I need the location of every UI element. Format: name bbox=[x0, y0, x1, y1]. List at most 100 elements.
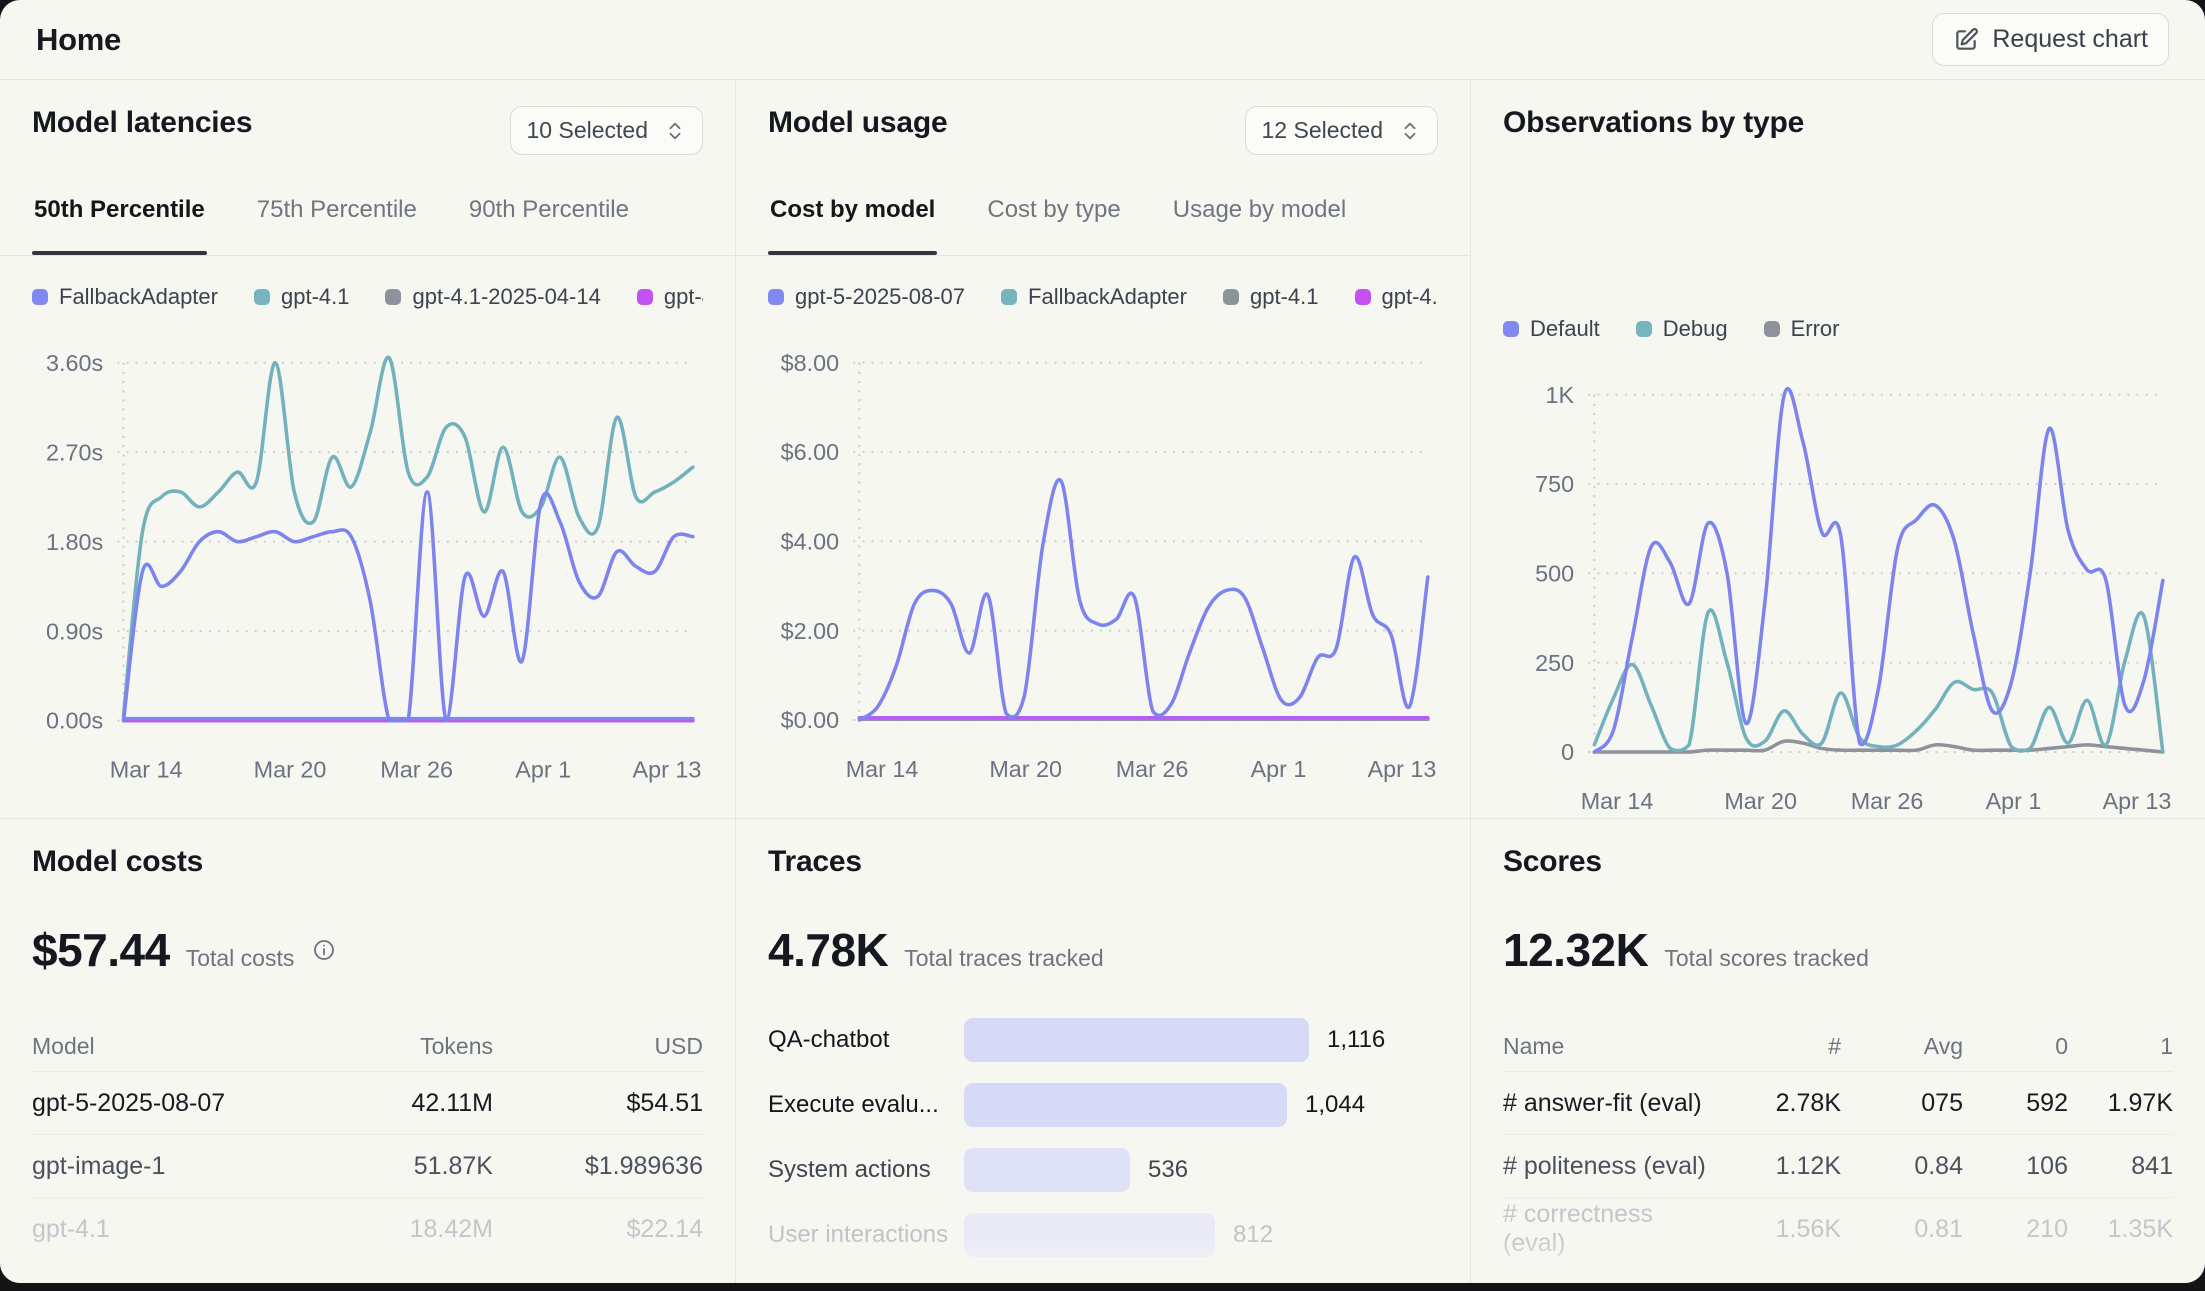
legend-item[interactable]: gpt-4.1-mini bbox=[637, 284, 703, 310]
tab-cost-by-type[interactable]: Cost by type bbox=[985, 190, 1122, 255]
table-cell: 51.87K bbox=[293, 1152, 493, 1181]
svg-text:Apr 1: Apr 1 bbox=[1986, 788, 2042, 814]
legend-item[interactable]: FallbackAdapter bbox=[1001, 284, 1187, 310]
usage-tabs: Cost by model Cost by type Usage by model bbox=[736, 190, 1470, 256]
latencies-model-select[interactable]: 10 Selected bbox=[510, 106, 703, 155]
panel-title: Traces bbox=[768, 845, 862, 879]
svg-text:Apr 1: Apr 1 bbox=[515, 757, 571, 783]
tab-50th-percentile[interactable]: 50th Percentile bbox=[32, 190, 207, 255]
dashboard-card: Home Request chart Model latencies 10 Se… bbox=[0, 0, 2205, 1283]
bar-value: 1,116 bbox=[1327, 1026, 1385, 1054]
legend-item[interactable]: FallbackAdapter bbox=[32, 284, 218, 310]
panel-traces: Traces 4.78K Total traces tracked QA-cha… bbox=[735, 818, 1470, 1283]
bar-label: QA-chatbot bbox=[768, 1026, 964, 1054]
bar[interactable] bbox=[964, 1083, 1287, 1127]
legend-label: gpt-5-2025-08-07 bbox=[795, 284, 965, 310]
legend-item[interactable]: gpt-5-2025-08-07 bbox=[768, 284, 965, 310]
svg-text:0.90s: 0.90s bbox=[46, 618, 103, 644]
svg-text:Mar 20: Mar 20 bbox=[989, 756, 1062, 782]
chevron-up-down-icon bbox=[1399, 120, 1421, 142]
legend-label: FallbackAdapter bbox=[1028, 284, 1187, 310]
legend-label: gpt-4.1 bbox=[1250, 284, 1319, 310]
legend-item[interactable]: gpt-4.1-202 bbox=[1355, 284, 1439, 310]
legend-item[interactable]: gpt-4.1-2025-04-14 bbox=[385, 284, 600, 310]
table-row: # answer-fit (eval)2.78K0755921.97K bbox=[1503, 1072, 2173, 1135]
svg-text:0.00s: 0.00s bbox=[46, 708, 103, 734]
legend-label: gpt-4.1 bbox=[281, 284, 350, 310]
table-cell: 0.81 bbox=[1841, 1215, 1963, 1244]
svg-text:$0.00: $0.00 bbox=[781, 707, 839, 733]
svg-text:Mar 26: Mar 26 bbox=[380, 757, 453, 783]
legend-item[interactable]: Default bbox=[1503, 316, 1600, 342]
legend-swatch-icon bbox=[1636, 321, 1652, 337]
panel-title: Observations by type bbox=[1503, 106, 1804, 140]
legend-item[interactable]: gpt-4.1 bbox=[254, 284, 350, 310]
latencies-line-chart: 0.00s0.90s1.80s2.70s3.60sMar 14Mar 20Mar… bbox=[32, 318, 703, 796]
tab-75th-percentile[interactable]: 75th Percentile bbox=[255, 190, 419, 255]
usage-model-select[interactable]: 12 Selected bbox=[1245, 106, 1438, 155]
total-scores-value: 12.32K bbox=[1503, 923, 1648, 977]
total-scores-label: Total scores tracked bbox=[1664, 945, 1869, 972]
svg-text:Apr 13: Apr 13 bbox=[632, 757, 701, 783]
table-cell: # politeness (eval) bbox=[1503, 1152, 1719, 1181]
request-chart-button[interactable]: Request chart bbox=[1932, 13, 2169, 66]
svg-text:1K: 1K bbox=[1546, 382, 1575, 408]
legend-label: Debug bbox=[1663, 316, 1728, 342]
table-row: # politeness (eval)1.12K0.84106841 bbox=[1503, 1135, 2173, 1198]
table-cell: $54.51 bbox=[493, 1089, 703, 1118]
svg-text:Mar 20: Mar 20 bbox=[1724, 788, 1797, 814]
observations-line-chart: 02505007501KMar 14Mar 20Mar 26Apr 1Apr 1… bbox=[1503, 350, 2173, 818]
panel-scores: Scores 12.32K Total scores tracked Name#… bbox=[1470, 818, 2205, 1283]
tab-cost-by-model[interactable]: Cost by model bbox=[768, 190, 937, 255]
svg-text:Mar 26: Mar 26 bbox=[1116, 756, 1189, 782]
usage-line-chart: $0.00$2.00$4.00$6.00$8.00Mar 14Mar 20Mar… bbox=[768, 318, 1438, 795]
table-cell: 1.56K bbox=[1719, 1215, 1841, 1244]
panel-model-costs: Model costs $57.44 Total costs ModelToke… bbox=[0, 818, 735, 1283]
table-row: # correctness (eval)1.56K0.812101.35K bbox=[1503, 1198, 2173, 1261]
traces-bar-chart: QA-chatbot1,116Execute evalu...1,044Syst… bbox=[768, 1007, 1438, 1267]
legend-item[interactable]: Debug bbox=[1636, 316, 1728, 342]
bar-label: Execute evalu... bbox=[768, 1091, 964, 1119]
svg-text:500: 500 bbox=[1535, 560, 1574, 586]
legend-label: gpt-4.1-2025-04-14 bbox=[412, 284, 600, 310]
page-header: Home Request chart bbox=[0, 0, 2205, 80]
panel-title: Model costs bbox=[32, 845, 203, 879]
bar-row: QA-chatbot 1,116 bbox=[768, 1007, 1438, 1072]
scores-table: Name#Avg01# answer-fit (eval)2.78K075592… bbox=[1503, 1021, 2173, 1261]
bar[interactable] bbox=[964, 1148, 1130, 1192]
column-header: 0 bbox=[1963, 1033, 2068, 1060]
tab-usage-by-model[interactable]: Usage by model bbox=[1171, 190, 1348, 255]
tab-90th-percentile[interactable]: 90th Percentile bbox=[467, 190, 631, 255]
bar[interactable] bbox=[964, 1213, 1215, 1257]
legend-item[interactable]: gpt-4.1 bbox=[1223, 284, 1319, 310]
column-header: Model bbox=[32, 1033, 293, 1060]
svg-text:Apr 13: Apr 13 bbox=[2103, 788, 2172, 814]
table-cell: 841 bbox=[2068, 1152, 2173, 1181]
bar-value: 1,044 bbox=[1305, 1091, 1365, 1119]
svg-text:Apr 13: Apr 13 bbox=[1368, 756, 1437, 782]
legend-swatch-icon bbox=[637, 289, 653, 305]
svg-text:Mar 14: Mar 14 bbox=[110, 757, 183, 783]
dashboard-grid: Model latencies 10 Selected 50th Percent… bbox=[0, 80, 2205, 1283]
table-cell: 210 bbox=[1963, 1215, 2068, 1244]
bar-row: Execute evalu... 1,044 bbox=[768, 1072, 1438, 1137]
panel-title: Scores bbox=[1503, 845, 1602, 879]
column-header: USD bbox=[493, 1033, 703, 1060]
legend-item[interactable]: Error bbox=[1764, 316, 1840, 342]
legend-swatch-icon bbox=[768, 289, 784, 305]
info-icon[interactable] bbox=[312, 938, 336, 962]
table-cell: 18.42M bbox=[293, 1215, 493, 1244]
legend-label: Error bbox=[1791, 316, 1840, 342]
panel-title: Model latencies bbox=[32, 106, 252, 140]
table-cell: 106 bbox=[1963, 1152, 2068, 1181]
observations-legend: Default Debug Error bbox=[1503, 314, 2173, 344]
table-cell: 42.11M bbox=[293, 1089, 493, 1118]
table-cell: # correctness (eval) bbox=[1503, 1200, 1719, 1258]
spacer bbox=[1503, 190, 2173, 288]
bar-label: User interactions bbox=[768, 1221, 964, 1249]
table-cell: 075 bbox=[1841, 1089, 1963, 1118]
column-header: # bbox=[1719, 1033, 1841, 1060]
svg-text:750: 750 bbox=[1535, 471, 1574, 497]
bar[interactable] bbox=[964, 1018, 1309, 1062]
svg-text:250: 250 bbox=[1535, 650, 1574, 676]
